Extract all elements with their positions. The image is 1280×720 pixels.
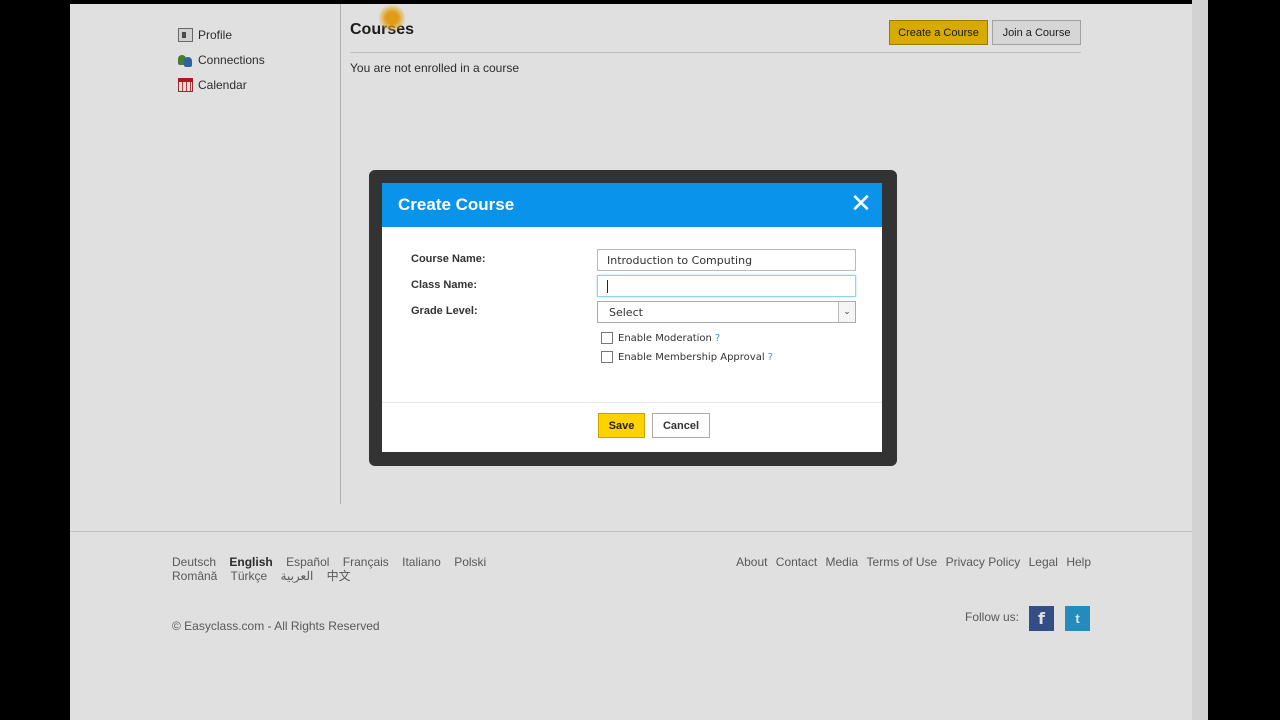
grade-level-label: Grade Level: bbox=[411, 305, 478, 317]
dialog-header: Create Course ✕ bbox=[382, 183, 882, 227]
moderation-label: Enable Moderation bbox=[618, 332, 712, 344]
course-name-field[interactable]: Introduction to Computing bbox=[597, 249, 856, 271]
membership-approval-checkbox[interactable] bbox=[601, 351, 613, 363]
moderation-option: Enable Moderation ? bbox=[601, 332, 720, 344]
course-name-label: Course Name: bbox=[411, 253, 486, 265]
create-course-dialog: Create Course ✕ Course Name: Introductio… bbox=[382, 183, 882, 452]
modal-frame: Create Course ✕ Course Name: Introductio… bbox=[369, 170, 897, 466]
dialog-footer-divider bbox=[382, 402, 882, 403]
help-icon[interactable]: ? bbox=[715, 333, 720, 344]
class-name-field[interactable] bbox=[597, 275, 856, 297]
cancel-button[interactable]: Cancel bbox=[652, 413, 710, 438]
text-caret bbox=[607, 279, 608, 293]
membership-approval-label: Enable Membership Approval bbox=[618, 351, 765, 363]
help-icon[interactable]: ? bbox=[768, 352, 773, 363]
class-name-label: Class Name: bbox=[411, 279, 478, 291]
save-button[interactable]: Save bbox=[598, 413, 645, 438]
grade-level-select[interactable]: Select ⌄ bbox=[597, 301, 856, 323]
moderation-checkbox[interactable] bbox=[601, 332, 613, 344]
chevron-down-icon: ⌄ bbox=[838, 302, 855, 322]
grade-level-selected: Select bbox=[609, 306, 643, 319]
dialog-title: Create Course bbox=[398, 195, 515, 214]
membership-option: Enable Membership Approval ? bbox=[601, 351, 773, 363]
close-icon[interactable]: ✕ bbox=[848, 190, 874, 218]
